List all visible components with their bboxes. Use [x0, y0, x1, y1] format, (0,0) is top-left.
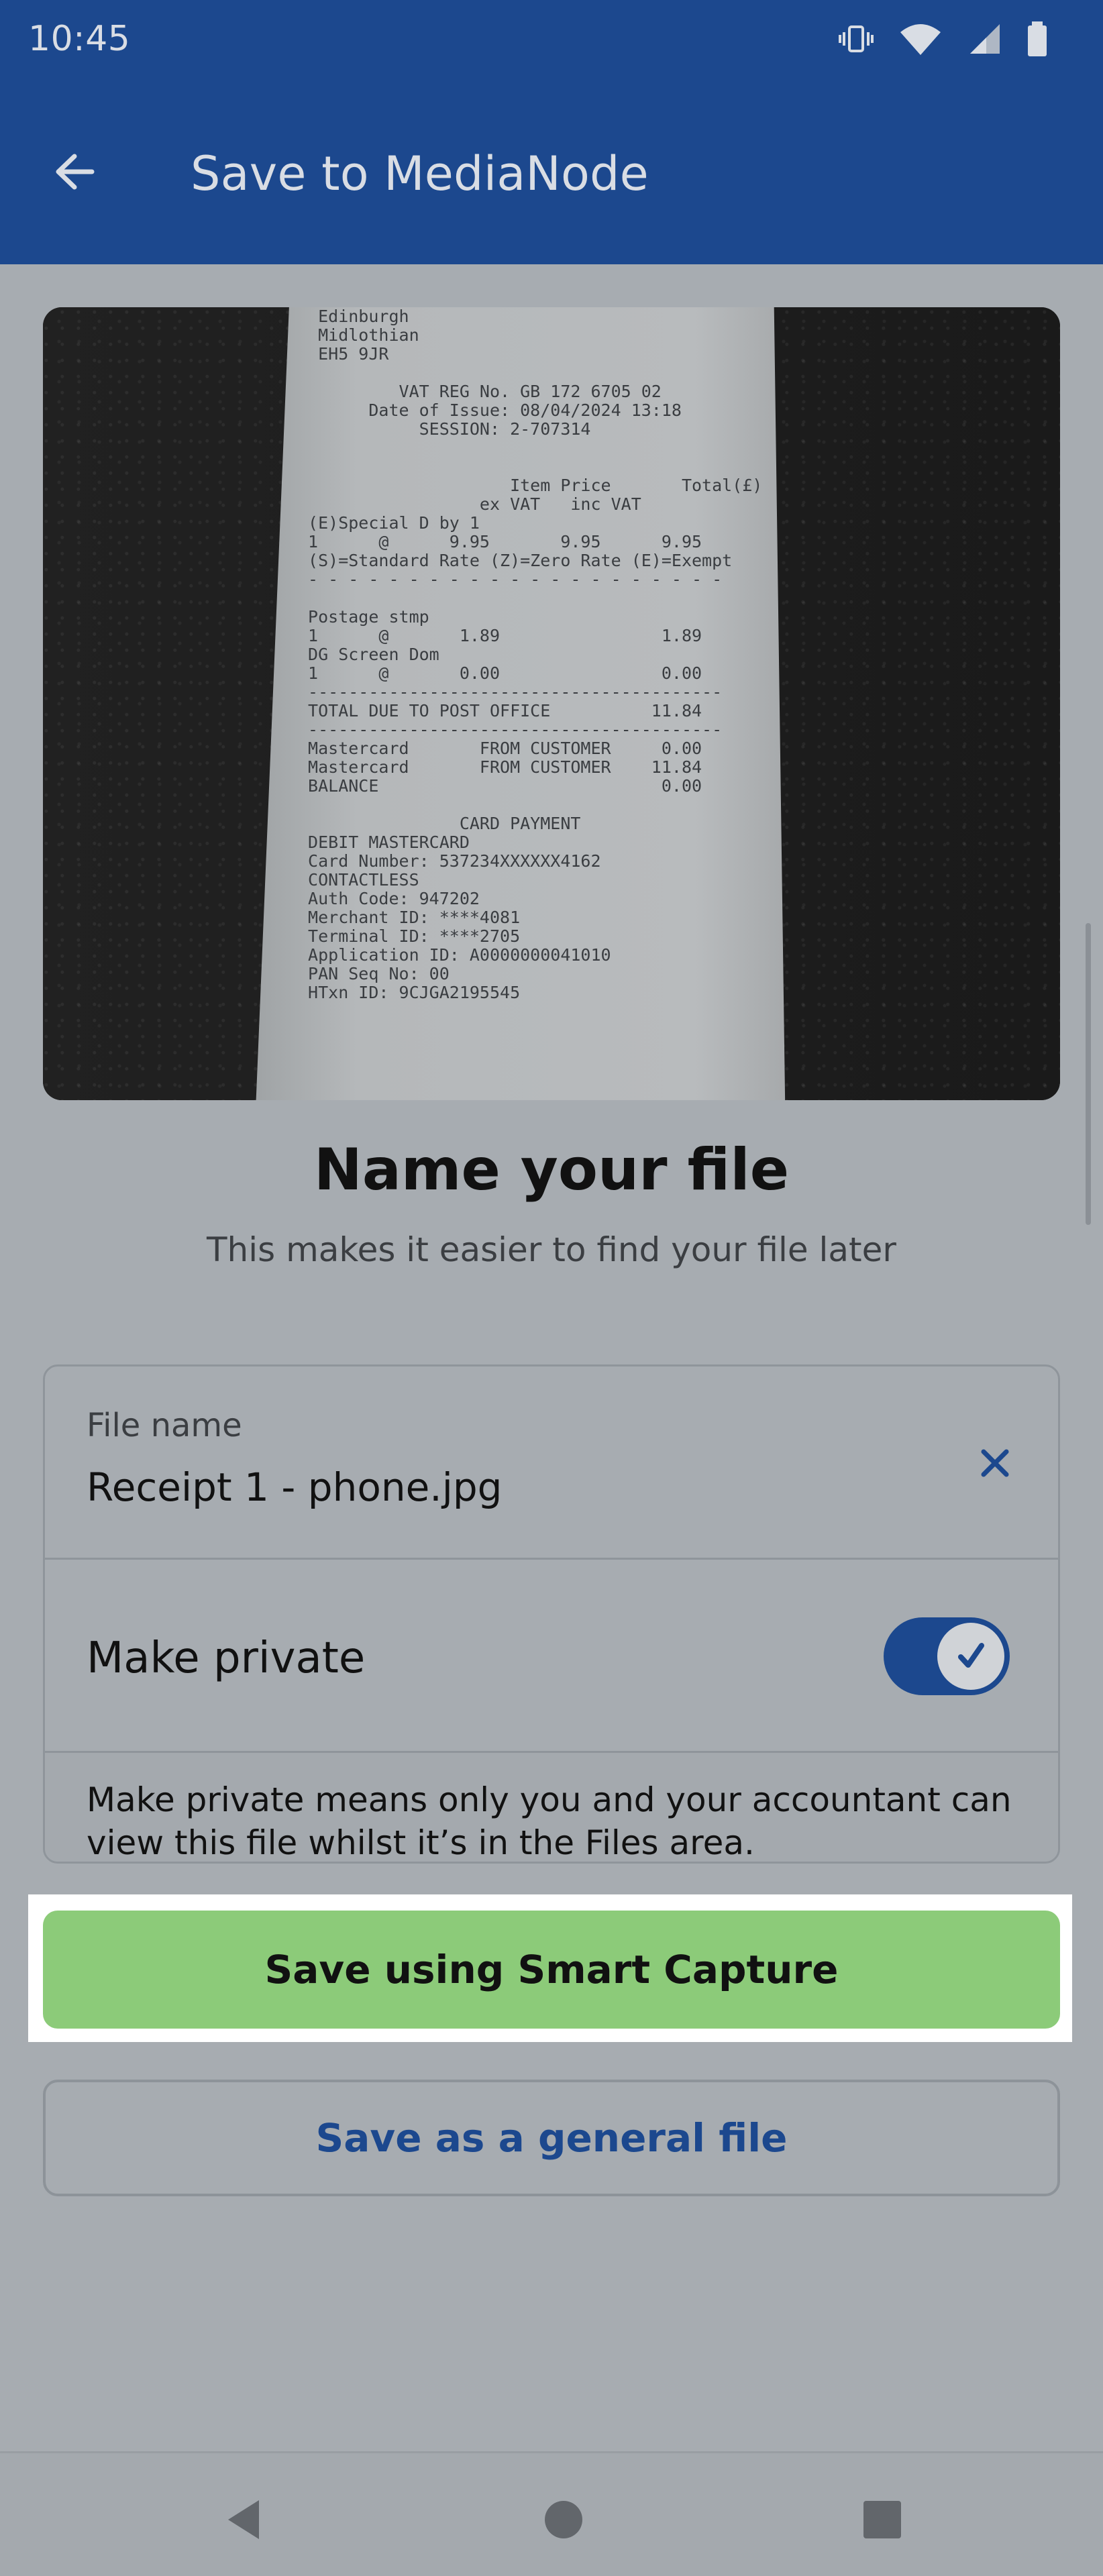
status-icons	[837, 20, 1049, 58]
private-note: Make private means only you and your acc…	[87, 1780, 1012, 1862]
make-private-label: Make private	[87, 1633, 366, 1683]
app-bar: Save to MediaNode	[0, 86, 1103, 264]
save-smart-capture-button[interactable]: Save using Smart Capture	[43, 1911, 1060, 2029]
status-time: 10:45	[28, 19, 131, 59]
file-name-input[interactable]: Receipt 1 - phone.jpg	[87, 1464, 502, 1510]
name-file-heading: Name your file	[313, 1136, 790, 1203]
scrollbar[interactable]	[1086, 923, 1091, 1225]
wifi-icon	[900, 24, 941, 55]
nav-recents-button[interactable]	[852, 2489, 912, 2550]
save-general-file-button[interactable]: Save as a general file	[43, 2080, 1060, 2196]
nav-recents-icon	[863, 2501, 901, 2538]
toggle-knob	[937, 1623, 1004, 1690]
receipt-text: Edinburgh Midlothian EH5 9JR VAT REG No.…	[308, 307, 763, 1002]
vibrate-icon	[839, 25, 874, 52]
signal-icon	[970, 24, 1000, 54]
system-nav-bar	[0, 2451, 1103, 2576]
status-bar: 10:45	[0, 0, 1103, 86]
nav-back-button[interactable]	[213, 2489, 274, 2550]
file-name-field[interactable]: File name Receipt 1 - phone.jpg	[45, 1366, 1058, 1560]
battery-icon	[1028, 21, 1047, 56]
name-file-subheading: This makes it easier to find your file l…	[207, 1230, 896, 1269]
make-private-toggle[interactable]	[884, 1617, 1010, 1695]
file-settings-card: File name Receipt 1 - phone.jpg Make pri…	[43, 1364, 1060, 1864]
check-icon	[958, 1643, 984, 1668]
file-name-label: File name	[87, 1407, 242, 1444]
nav-back-icon	[228, 2500, 259, 2539]
back-button[interactable]	[42, 138, 109, 205]
make-private-row[interactable]: Make private	[45, 1560, 1058, 1753]
arrow-left-icon	[56, 154, 95, 190]
nav-home-icon	[545, 2501, 582, 2538]
nav-home-button[interactable]	[533, 2489, 594, 2550]
clear-file-name-button[interactable]	[974, 1442, 1016, 1485]
page-title: Save to MediaNode	[191, 146, 649, 201]
receipt-image-preview: Edinburgh Midlothian EH5 9JR VAT REG No.…	[43, 307, 1060, 1100]
close-icon	[981, 1449, 1009, 1477]
